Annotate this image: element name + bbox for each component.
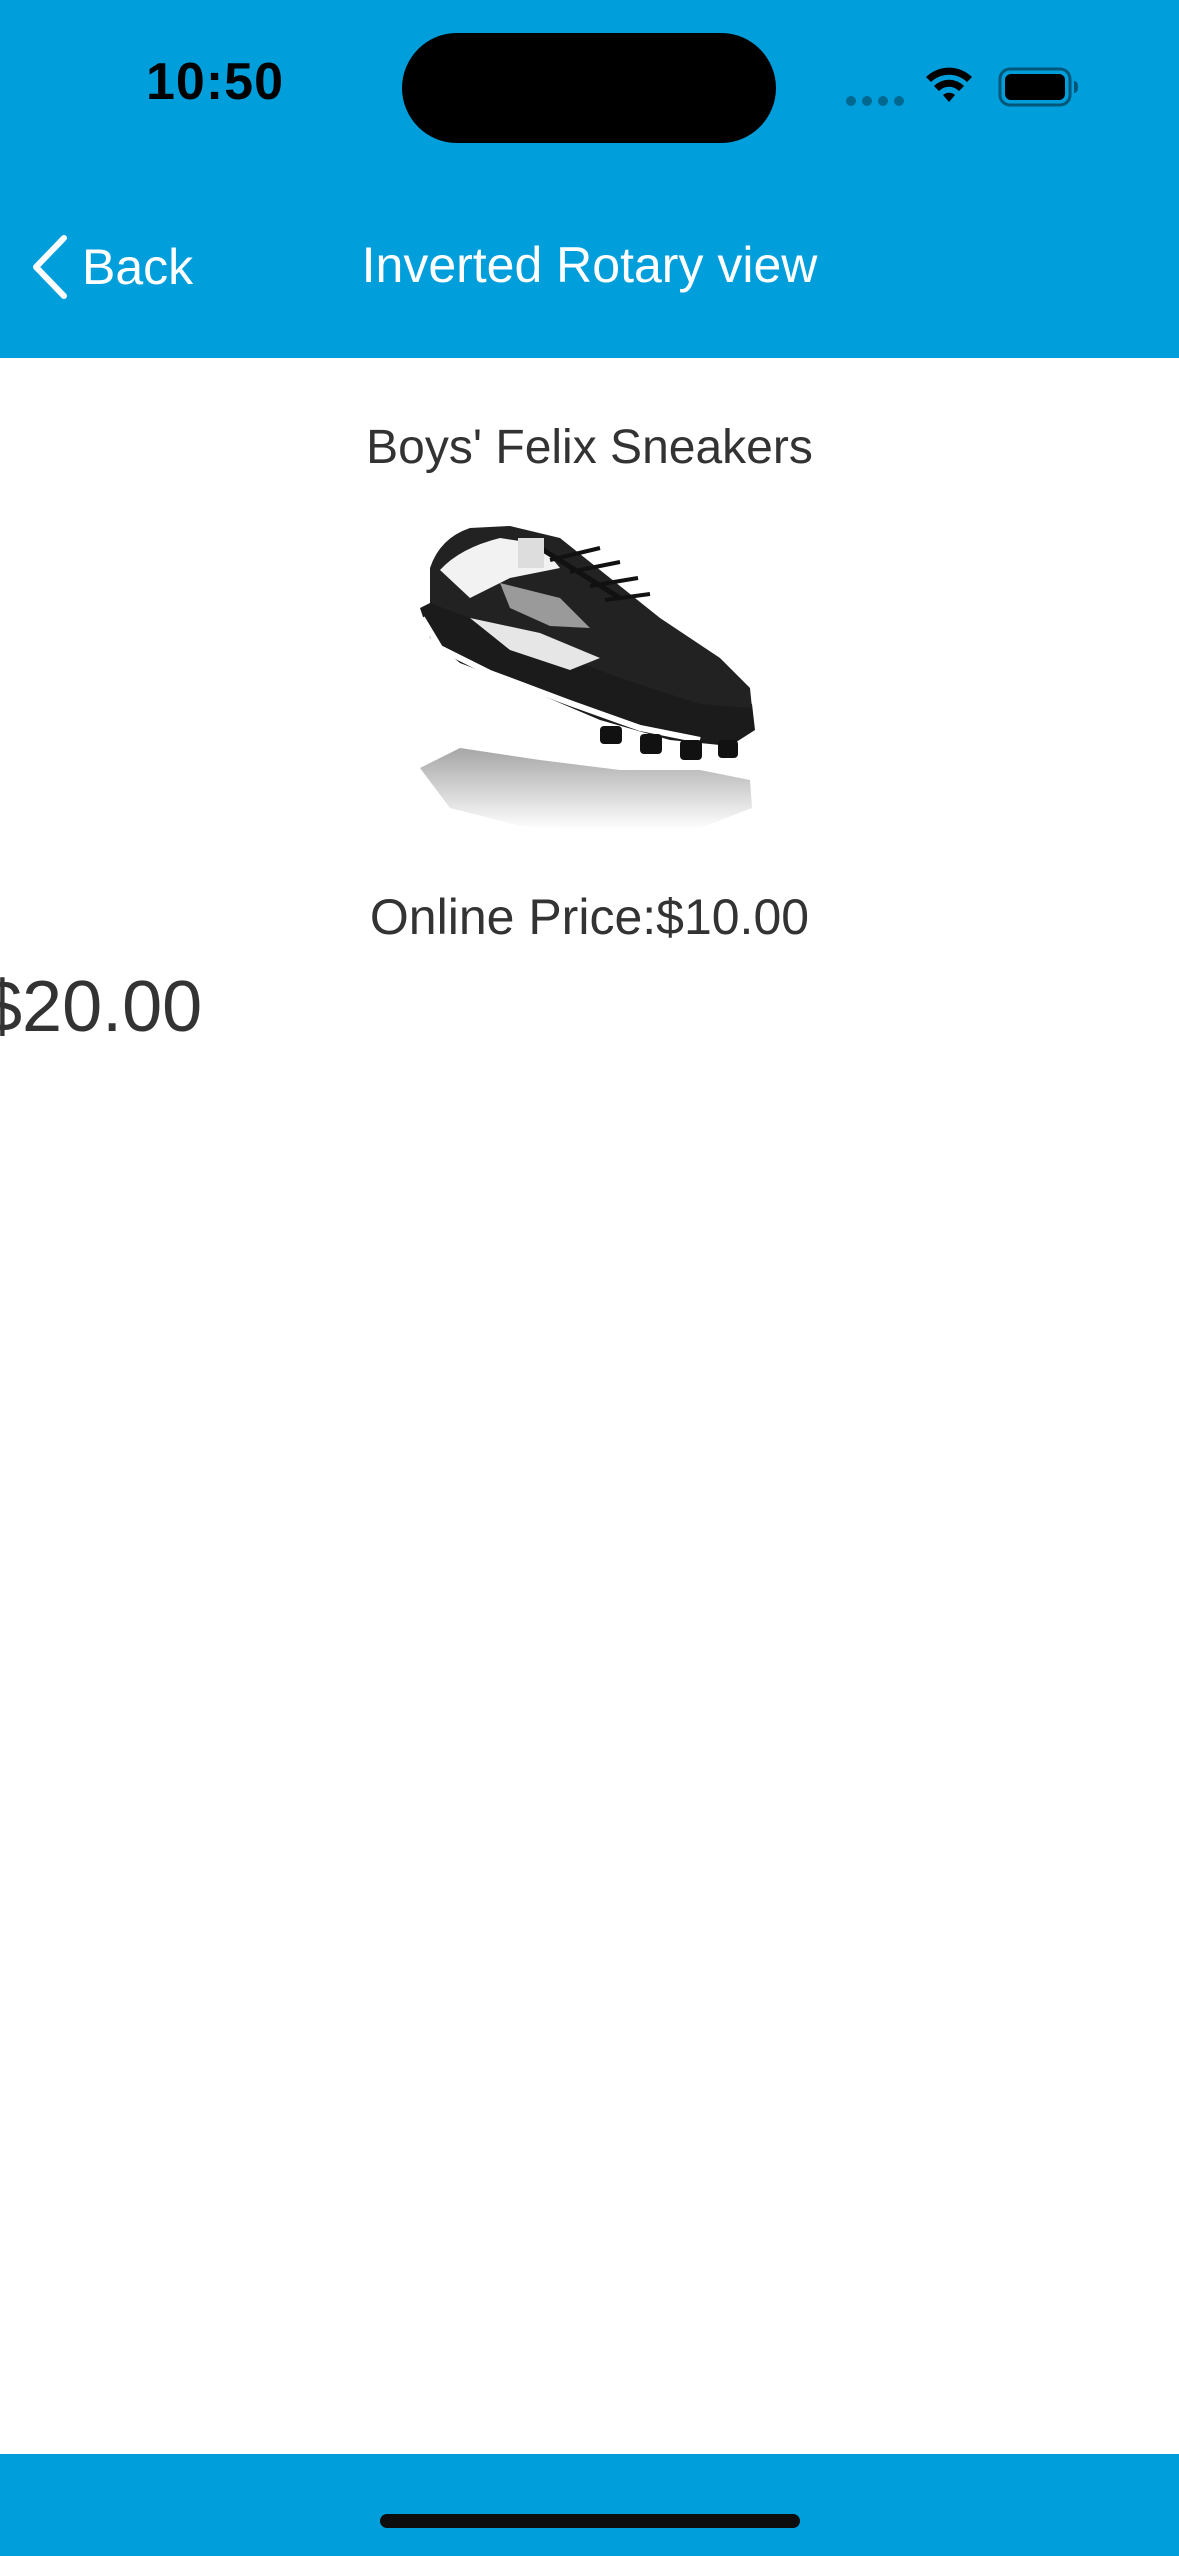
screen: 10:50 Back Inverted Rotary view Boys' Fe	[0, 0, 1179, 2556]
page-title: Inverted Rotary view	[361, 237, 818, 293]
online-price: Online Price:$10.00	[369, 889, 810, 945]
battery-icon	[998, 67, 1078, 107]
cellular-dots-icon	[846, 96, 906, 106]
sneaker-image[interactable]	[400, 508, 770, 848]
dynamic-island	[402, 33, 776, 143]
home-indicator[interactable]	[380, 2514, 800, 2528]
product-name: Boys' Felix Sneakers	[366, 421, 813, 474]
status-time: 10:50	[146, 53, 284, 111]
adjacent-item-price: $20.00	[0, 967, 203, 1047]
wifi-icon	[926, 67, 972, 102]
header: 10:50 Back Inverted Rotary view	[0, 0, 1179, 358]
bottom-bar	[0, 2454, 1179, 2556]
